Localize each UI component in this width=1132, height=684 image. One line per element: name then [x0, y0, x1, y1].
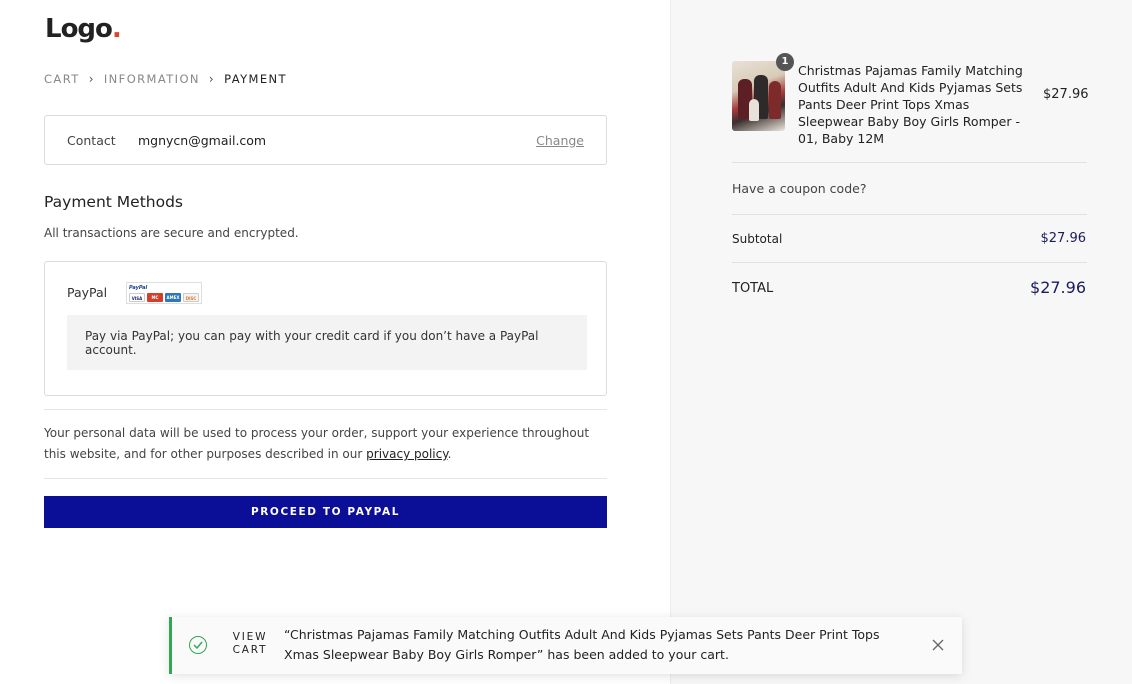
quantity-badge: 1	[776, 53, 794, 71]
breadcrumb: CART › INFORMATION › PAYMENT	[44, 72, 287, 86]
paypal-description: Pay via PayPal; you can pay with your cr…	[67, 315, 587, 370]
paypal-payment-option[interactable]: PayPal PayPal VISA MC AMEX DISC Pay via …	[44, 261, 607, 396]
breadcrumb-information[interactable]: INFORMATION	[104, 72, 200, 86]
notification-message: “Christmas Pajamas Family Matching Outfi…	[284, 627, 880, 662]
chevron-right-icon: ›	[208, 72, 216, 86]
coupon-code-link[interactable]: Have a coupon code?	[732, 181, 866, 196]
privacy-notice: Your personal data will be used to proce…	[44, 426, 590, 461]
change-contact-link[interactable]: Change	[536, 133, 584, 148]
card-logos-icon: PayPal VISA MC AMEX DISC	[126, 282, 202, 304]
view-cart-button[interactable]: VIEW CART	[230, 631, 270, 657]
total-label: TOTAL	[732, 281, 774, 296]
check-circle-icon	[189, 636, 207, 654]
divider	[732, 162, 1087, 163]
checkout-main-panel: Logo. CART › INFORMATION › PAYMENT Conta…	[0, 0, 670, 684]
contact-email: mgnycn@gmail.com	[138, 132, 267, 148]
cart-notification: VIEW CART “Christmas Pajamas Family Match…	[169, 617, 962, 674]
subtotal-label: Subtotal	[732, 232, 783, 246]
logo[interactable]: Logo.	[45, 14, 122, 44]
product-price: $27.96	[1043, 87, 1089, 102]
breadcrumb-cart[interactable]: CART	[44, 72, 80, 86]
contact-label: Contact	[67, 132, 116, 148]
product-name: Christmas Pajamas Family Matching Outfit…	[798, 63, 1023, 146]
product-image	[732, 61, 785, 131]
order-summary-panel: 1 Christmas Pajamas Family Matching Outf…	[670, 0, 1132, 684]
divider	[44, 409, 607, 410]
payment-methods-title: Payment Methods	[44, 193, 183, 211]
contact-summary: Contact mgnycn@gmail.com Change	[44, 115, 607, 165]
total-value: $27.96	[1030, 278, 1086, 297]
divider	[732, 262, 1087, 263]
proceed-to-paypal-button[interactable]: PROCEED TO PAYPAL	[44, 496, 607, 528]
close-icon[interactable]	[929, 636, 947, 654]
product-thumbnail: 1	[732, 53, 794, 131]
subtotal-value: $27.96	[1040, 231, 1087, 246]
divider	[44, 478, 607, 479]
paypal-label: PayPal	[67, 285, 108, 300]
chevron-right-icon: ›	[88, 72, 95, 86]
breadcrumb-payment: PAYMENT	[224, 72, 287, 86]
divider	[732, 214, 1087, 215]
privacy-policy-link[interactable]: privacy policy	[366, 447, 447, 461]
payment-methods-subtitle: All transactions are secure and encrypte…	[44, 226, 299, 240]
